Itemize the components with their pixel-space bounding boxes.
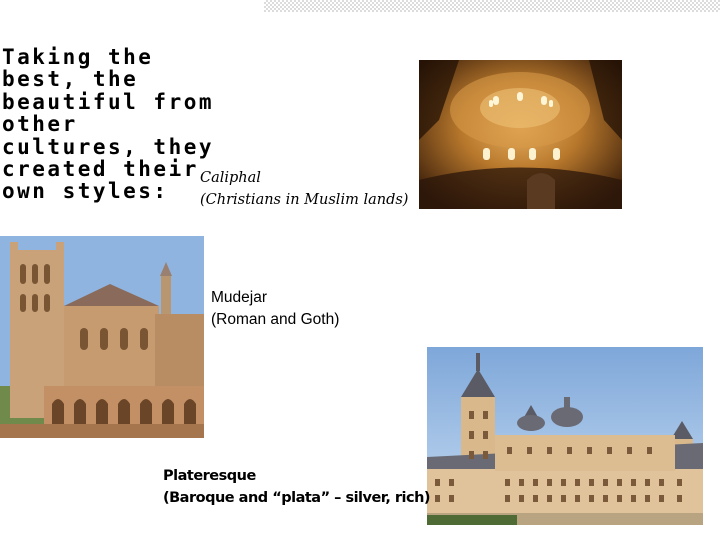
caliphal-note: (Christians in Muslim lands) xyxy=(200,192,409,208)
mudejar-note: (Roman and Goth) xyxy=(211,311,340,328)
plateresque-caption: Plateresque (Baroque and “plata” – silve… xyxy=(163,465,431,509)
caliphal-caption: Caliphal (Christians in Muslim lands) xyxy=(200,167,408,211)
mudejar-caption: Mudejar (Roman and Goth) xyxy=(211,287,339,331)
title-line: cultures, they xyxy=(2,134,215,159)
plateresque-label: Plateresque xyxy=(163,468,256,484)
header-pattern-strip xyxy=(264,0,720,12)
mudejar-label: Mudejar xyxy=(211,289,267,306)
burgos-monastery-photo xyxy=(0,236,204,438)
caliphal-label: Caliphal xyxy=(200,170,261,186)
title-line: beautiful from xyxy=(2,89,215,114)
title-line: best, the xyxy=(2,67,139,92)
alhambra-dome-photo xyxy=(419,60,622,209)
plateresque-note: (Baroque and “plata” – silver, rich) xyxy=(163,490,431,506)
title-line: Taking the xyxy=(2,45,154,69)
escorial-photo xyxy=(427,347,703,525)
title-line: other xyxy=(2,112,78,137)
